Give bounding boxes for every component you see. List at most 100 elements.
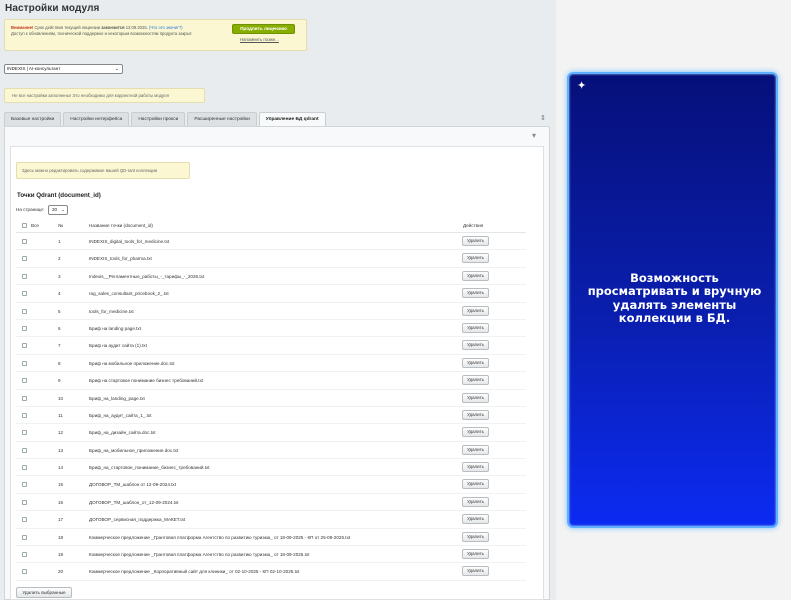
delete-button[interactable]: Удалить: [462, 514, 489, 525]
row-checkbox[interactable]: [22, 360, 27, 366]
row-checkbox[interactable]: [22, 395, 27, 401]
row-checkbox[interactable]: [22, 499, 27, 505]
row-checkbox[interactable]: [22, 325, 27, 331]
row-checkbox[interactable]: [22, 273, 27, 279]
delete-button[interactable]: Удалить: [462, 357, 489, 368]
delete-button[interactable]: Удалить: [462, 462, 489, 473]
table-row: 19 Коммерческое предложение _Грантовая пл…: [16, 546, 526, 564]
header-all: Все: [31, 223, 39, 228]
info-box: Здесь можно редактировать содержимое ваш…: [16, 162, 190, 179]
table-row: 1 INDEXIS_digital_tools_for_medicine.txt У…: [16, 233, 526, 251]
delete-button[interactable]: Удалить: [462, 340, 489, 351]
row-number: 5: [58, 308, 61, 314]
tab-bar: Базовые настройки Настройки интерфейса Н…: [4, 112, 328, 126]
row-number: 2: [58, 256, 61, 262]
row-document-id: Бриф на мобильное приложение.doc.txt: [89, 360, 175, 366]
row-number: 7: [58, 343, 61, 349]
table-row: 7 Бриф на аудит сайта (1).txt Удалить: [16, 337, 526, 355]
per-page-select[interactable]: 20 ⌄: [48, 205, 68, 215]
row-number: 11: [58, 412, 63, 418]
table-row: 13 Бриф_на_мобильное_приложение.doc.txt Уд…: [16, 442, 526, 460]
table-row: 5 tools_for_medicine.txt Удалить: [16, 303, 526, 320]
module-select[interactable]: INDEXIS | AI-консультант ⌄: [4, 64, 123, 74]
delete-button[interactable]: Удалить: [462, 427, 489, 438]
table-row: 15 ДОГОВОР_ТМ_шаблон от 12-09-2024.txt Уда…: [16, 476, 526, 494]
tab-proxy-settings[interactable]: Настройки прокси: [131, 112, 186, 126]
notice-help-link[interactable]: (Что это значит?): [149, 25, 183, 30]
row-checkbox[interactable]: [22, 482, 27, 488]
delete-button[interactable]: Удалить: [462, 375, 489, 386]
tab-interface-settings[interactable]: Настройки интерфейса: [63, 112, 130, 126]
row-checkbox[interactable]: [22, 447, 27, 453]
delete-button[interactable]: Удалить: [462, 444, 489, 455]
star-icon[interactable]: ☆: [89, 3, 97, 14]
delete-button[interactable]: Удалить: [462, 322, 489, 333]
row-checkbox[interactable]: [22, 517, 27, 523]
table-row: 2 INDEXIS_tools_for_pharma.txt Удалить: [16, 250, 526, 268]
notice-text: Срок действия текущей лицензии: [34, 25, 101, 30]
row-checkbox[interactable]: [22, 291, 27, 297]
row-number: 1: [58, 239, 61, 244]
table-row: 9 Бриф на стартовое понимание бизнес треб…: [16, 372, 526, 390]
notice-strong: закончится: [101, 25, 125, 30]
delete-button[interactable]: Удалить: [462, 288, 489, 299]
row-checkbox[interactable]: [22, 256, 27, 262]
row-checkbox[interactable]: [22, 430, 27, 436]
header-name: Название точки (document_id): [89, 223, 153, 228]
page-title: Настройки модуля: [5, 3, 100, 14]
row-number: 6: [58, 325, 61, 331]
row-checkbox[interactable]: [22, 552, 27, 558]
row-checkbox[interactable]: [22, 308, 27, 314]
row-number: 14: [58, 465, 64, 471]
tab-advanced-settings[interactable]: Расширенные настройки: [187, 112, 257, 126]
row-document-id: INDEXIS_digital_tools_for_medicine.txt: [89, 239, 170, 244]
table-row: 16 ДОГОВОР_ТМ_шаблон_от_12-09-2024.txt Уда…: [16, 494, 526, 512]
row-number: 17: [58, 517, 64, 523]
delete-button[interactable]: Удалить: [462, 409, 489, 420]
pin-icon[interactable]: ⇕: [540, 114, 546, 122]
select-all-checkbox[interactable]: [22, 223, 27, 228]
row-document-id: Бриф на аудит сайта (1).txt: [89, 343, 147, 349]
row-checkbox[interactable]: [22, 412, 27, 418]
delete-button[interactable]: Удалить: [462, 566, 489, 577]
renew-license-button[interactable]: Продлить лицензию: [232, 24, 295, 34]
row-number: 4: [58, 291, 61, 297]
row-document-id: Бриф_на_мобильное_приложение.doc.txt: [89, 447, 179, 453]
row-number: 15: [58, 482, 64, 488]
row-checkbox[interactable]: [22, 378, 27, 384]
row-document-id: Бриф_на_стартовое_понимание_бизнес_требо…: [89, 465, 210, 471]
admin-panel: Настройки модуля ☆ Внимание! Срок действ…: [0, 0, 556, 600]
delete-button[interactable]: Удалить: [462, 392, 489, 403]
delete-selected-button[interactable]: Удалить выбранные: [16, 587, 72, 598]
table-row: 11 Бриф_на_аудит_сайта_1_.txt Удалить: [16, 407, 526, 425]
delete-button[interactable]: Удалить: [462, 479, 489, 490]
row-checkbox[interactable]: [22, 569, 27, 575]
row-checkbox[interactable]: [22, 465, 27, 471]
collapse-chevron-icon[interactable]: ▾: [532, 131, 536, 140]
row-document-id: Indexis__Регламентные_работы_-_тарифы_-_…: [89, 273, 205, 279]
remind-later-link[interactable]: Напомнить позже...: [240, 37, 279, 42]
row-checkbox[interactable]: [22, 343, 27, 349]
table-row: 3 Indexis__Регламентные_работы_-_тарифы_-…: [16, 268, 526, 286]
row-document-id: ДОГОВОР_ТМ_шаблон_от_12-09-2024.txt: [89, 499, 179, 505]
tab-qdrant-management[interactable]: Управление БД qdrant: [258, 112, 326, 126]
delete-button[interactable]: Удалить: [462, 531, 489, 542]
row-checkbox[interactable]: [22, 534, 27, 540]
row-document-id: Коммерческое предложение _Корпоративный …: [89, 569, 300, 575]
row-checkbox[interactable]: [22, 239, 27, 244]
row-document-id: Коммерческое предложение _Грантовая плат…: [89, 534, 351, 540]
delete-button[interactable]: Удалить: [462, 270, 489, 281]
table-row: 4 rag_sales_consultant_pricebook_2_.txt Уд…: [16, 285, 526, 303]
delete-button[interactable]: Удалить: [462, 305, 489, 316]
delete-button[interactable]: Удалить: [462, 496, 489, 507]
row-document-id: Бриф_на_дизайн_сайта.doc.txt: [89, 430, 156, 436]
feature-text: Возможность просматривать и вручную удал…: [587, 271, 762, 326]
delete-button[interactable]: Удалить: [462, 549, 489, 560]
delete-button[interactable]: Удалить: [462, 236, 489, 246]
delete-button[interactable]: Удалить: [462, 253, 489, 264]
row-number: 3: [58, 273, 61, 279]
tab-base-settings[interactable]: Базовые настройки: [4, 112, 62, 126]
row-number: 18: [58, 534, 64, 540]
table-row: 17 ДОГОВОР_сервисная_поддержка_МАКЕТ.txt У…: [16, 511, 526, 529]
row-document-id: Коммерческое предложение _Грантовая плат…: [89, 552, 310, 558]
